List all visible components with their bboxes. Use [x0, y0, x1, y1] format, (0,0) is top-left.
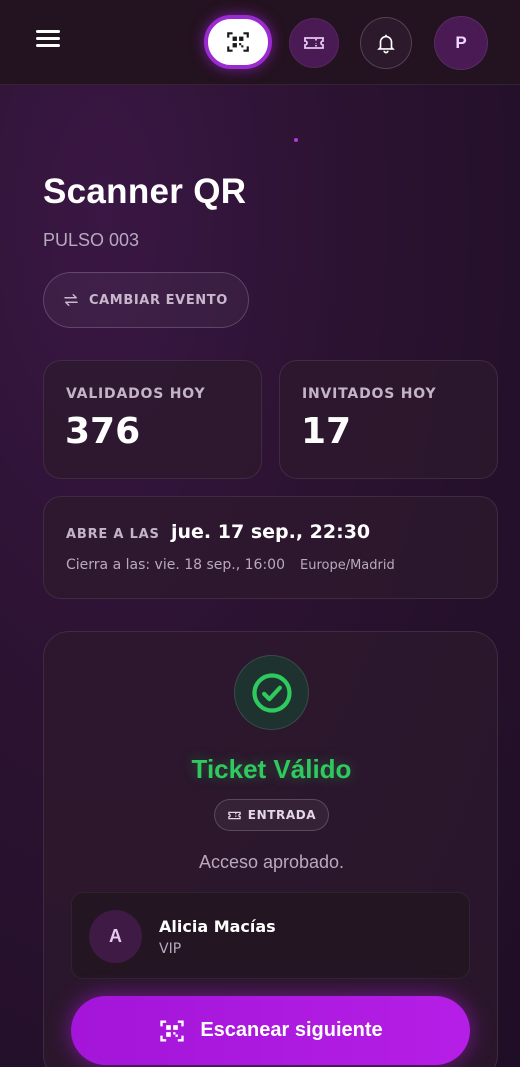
- schedule-card: ABRE A LAS jue. 17 sep., 22:30 Cierra a …: [43, 496, 498, 599]
- ticket-icon: [304, 37, 324, 49]
- tickets-button[interactable]: [289, 18, 339, 68]
- change-event-label: CAMBIAR EVENTO: [89, 292, 228, 308]
- avatar-initial: P: [455, 33, 467, 52]
- invited-today-label: INVITADOS HOY: [302, 386, 437, 402]
- scan-next-label: Escanear siguiente: [200, 1019, 383, 1041]
- guest-initial: A: [109, 926, 122, 946]
- decorative-dot: [294, 138, 298, 142]
- ticket-status-title: Ticket Válido: [191, 754, 352, 784]
- validated-today-label: VALIDADOS HOY: [66, 386, 206, 402]
- guest-avatar: A: [89, 910, 142, 963]
- swap-arrows-icon: [64, 294, 78, 306]
- guest-name: Alicia Macías: [159, 917, 276, 936]
- closes-text: Cierra a las: vie. 18 sep., 16:00: [66, 557, 285, 573]
- guest-category: VIP: [159, 941, 182, 957]
- access-message: Acceso aprobado.: [198, 852, 345, 872]
- qr-code-icon: [227, 32, 249, 52]
- ticket-type-badge: ENTRADA: [214, 799, 329, 831]
- notifications-button[interactable]: [360, 17, 412, 69]
- status-indicator: [234, 655, 309, 730]
- invited-today-card: INVITADOS HOY 17: [279, 360, 498, 479]
- validated-today-card: VALIDADOS HOY 376: [43, 360, 262, 479]
- bell-icon: [377, 34, 395, 54]
- scan-next-button[interactable]: Escanear siguiente: [71, 996, 470, 1065]
- invited-today-value: 17: [301, 411, 352, 452]
- qr-scanner-button[interactable]: [204, 15, 272, 69]
- guest-info: A Alicia Macías VIP: [71, 892, 470, 979]
- user-avatar-button[interactable]: P: [434, 16, 488, 70]
- top-bar: P: [0, 0, 520, 85]
- validated-today-value: 376: [65, 411, 141, 452]
- change-event-button[interactable]: CAMBIAR EVENTO: [43, 272, 249, 328]
- opens-label: ABRE A LAS: [66, 527, 160, 542]
- ticket-icon: [228, 811, 241, 819]
- ticket-type-label: ENTRADA: [247, 808, 317, 822]
- event-code: PULSO 003: [43, 230, 140, 250]
- page-title: Scanner QR: [43, 172, 247, 211]
- qr-code-icon: [160, 1020, 185, 1041]
- opens-value: jue. 17 sep., 22:30: [171, 521, 371, 543]
- scan-result-card: Ticket Válido ENTRADA Acceso aprobado. A…: [43, 631, 498, 1067]
- menu-icon[interactable]: [34, 27, 62, 49]
- check-circle-icon: [251, 672, 292, 713]
- timezone: Europe/Madrid: [300, 558, 395, 573]
